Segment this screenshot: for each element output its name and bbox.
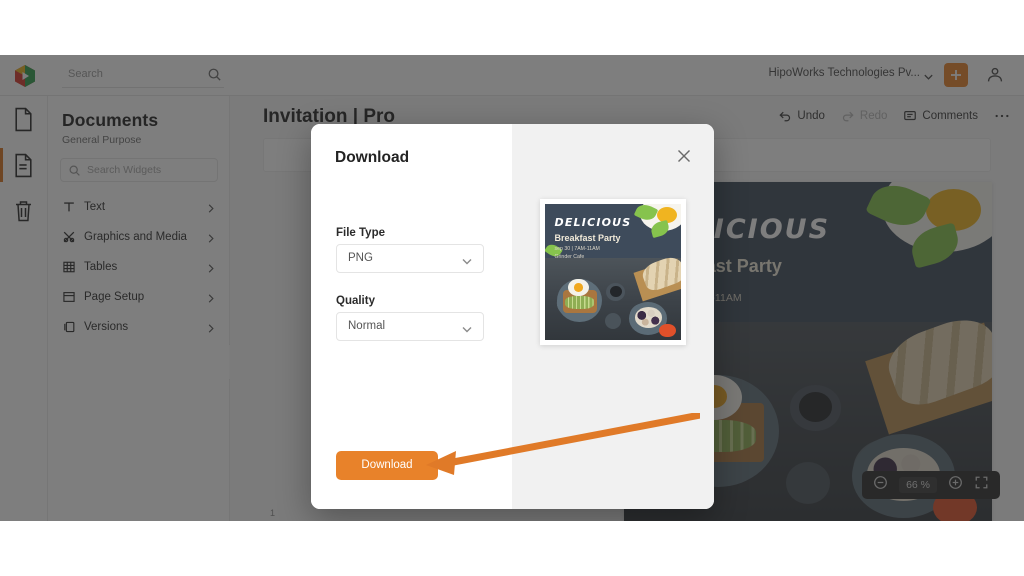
poster-subtitle: Breakfast Party bbox=[554, 232, 621, 243]
quality-value: Normal bbox=[348, 320, 386, 332]
file-type-label: File Type bbox=[336, 227, 385, 239]
poster-title: DELICIOUS bbox=[554, 216, 632, 230]
file-type-select[interactable]: PNG bbox=[336, 244, 484, 273]
chevron-down-icon bbox=[461, 322, 473, 340]
poster-meta-line2: Grinder Cafe bbox=[554, 253, 585, 260]
screenshot-root: Search HipoWorks Technologies Pv... bbox=[0, 0, 1024, 576]
poster-meta-line1: sep 30 | 7AM-11AM bbox=[554, 246, 600, 253]
quality-select[interactable]: Normal bbox=[336, 312, 484, 341]
cereal-bowl bbox=[634, 307, 662, 328]
poster-artwork-thumbnail: DELICIOUS Breakfast Party sep 30 | 7AM-1… bbox=[545, 204, 681, 340]
download-dialog: Download File Type PNG Quality Normal Do… bbox=[311, 124, 714, 509]
egg-yolk bbox=[573, 282, 584, 292]
file-type-value: PNG bbox=[348, 252, 373, 264]
avocado-slices bbox=[565, 296, 594, 309]
dialog-form-panel: Download File Type PNG Quality Normal Do… bbox=[311, 124, 512, 509]
download-button[interactable]: Download bbox=[336, 451, 438, 480]
close-icon[interactable] bbox=[674, 146, 694, 166]
dialog-preview-panel: DELICIOUS Breakfast Party sep 30 | 7AM-1… bbox=[512, 124, 714, 509]
coffee-liquid bbox=[609, 285, 622, 298]
decor-tomato bbox=[659, 323, 676, 338]
poster-meta: sep 30 | 7AM-11AM Grinder Cafe bbox=[555, 246, 600, 262]
chevron-down-icon bbox=[461, 254, 473, 272]
dialog-title: Download bbox=[335, 149, 410, 166]
quality-label: Quality bbox=[336, 295, 375, 307]
download-preview-thumbnail: DELICIOUS Breakfast Party sep 30 | 7AM-1… bbox=[540, 199, 686, 345]
app-window: Search HipoWorks Technologies Pv... bbox=[0, 55, 1024, 521]
